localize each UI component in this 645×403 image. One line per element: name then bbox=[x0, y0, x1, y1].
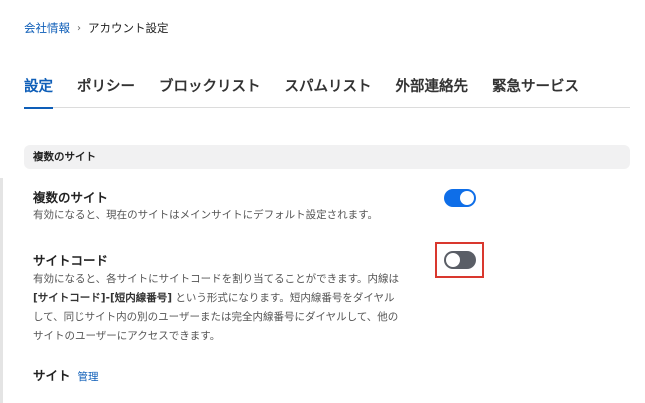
site-code-desc-line-2-rest: という形式になります。短内線番号をダイヤル bbox=[172, 292, 395, 304]
breadcrumb: 会社情報 › アカウント設定 bbox=[24, 20, 169, 36]
site-manage-link[interactable]: 管理 bbox=[78, 369, 99, 384]
site-code-desc-line-4: サイトのユーザーにアクセスできます。 bbox=[33, 330, 221, 342]
breadcrumb-current: アカウント設定 bbox=[88, 21, 169, 35]
multi-site-toggle[interactable] bbox=[444, 189, 476, 207]
site-code-desc-line-3: して、同じサイト内の別のユーザーまたは完全内線番号にダイヤルして、他の bbox=[33, 311, 399, 323]
chevron-right-icon: › bbox=[77, 22, 81, 34]
site-code-toggle[interactable] bbox=[444, 251, 476, 269]
site-code-description: 有効になると、各サイトにサイトコードを割り当てることができます。内線は [サイト… bbox=[33, 270, 433, 346]
breadcrumb-company-info-link[interactable]: 会社情報 bbox=[24, 20, 70, 36]
site-label: サイト bbox=[33, 368, 71, 383]
site-code-format: [サイトコード]-[短内線番号] bbox=[33, 292, 173, 304]
site-row: サイト 管理 bbox=[33, 365, 99, 384]
site-code-desc-line-1: 有効になると、各サイトにサイトコードを割り当てることができます。内線は bbox=[33, 273, 400, 285]
site-code-desc-line-2: [サイトコード]-[短内線番号] という形式になります。短内線番号をダイヤル bbox=[33, 289, 433, 308]
left-panel-edge bbox=[0, 178, 3, 403]
multi-site-title: 複数のサイト bbox=[33, 190, 109, 205]
section-header-multiple-sites: 複数のサイト bbox=[24, 145, 630, 169]
settings-tabs: 設定 ポリシー ブロックリスト スパムリスト 外部連絡先 緊急サービス bbox=[24, 76, 630, 109]
tab-policy[interactable]: ポリシー bbox=[77, 76, 135, 108]
multi-site-description: 有効になると、現在のサイトはメインサイトにデフォルト設定されます。 bbox=[33, 209, 379, 221]
tab-spam-list[interactable]: スパムリスト bbox=[285, 76, 372, 108]
site-code-title: サイトコード bbox=[33, 253, 109, 268]
tab-emergency-services[interactable]: 緊急サービス bbox=[492, 76, 579, 108]
toggle-knob bbox=[460, 191, 474, 205]
tab-settings[interactable]: 設定 bbox=[24, 76, 53, 109]
toggle-knob bbox=[446, 253, 460, 267]
tab-external-contacts[interactable]: 外部連絡先 bbox=[396, 76, 469, 108]
tab-blocklist[interactable]: ブロックリスト bbox=[159, 76, 261, 108]
